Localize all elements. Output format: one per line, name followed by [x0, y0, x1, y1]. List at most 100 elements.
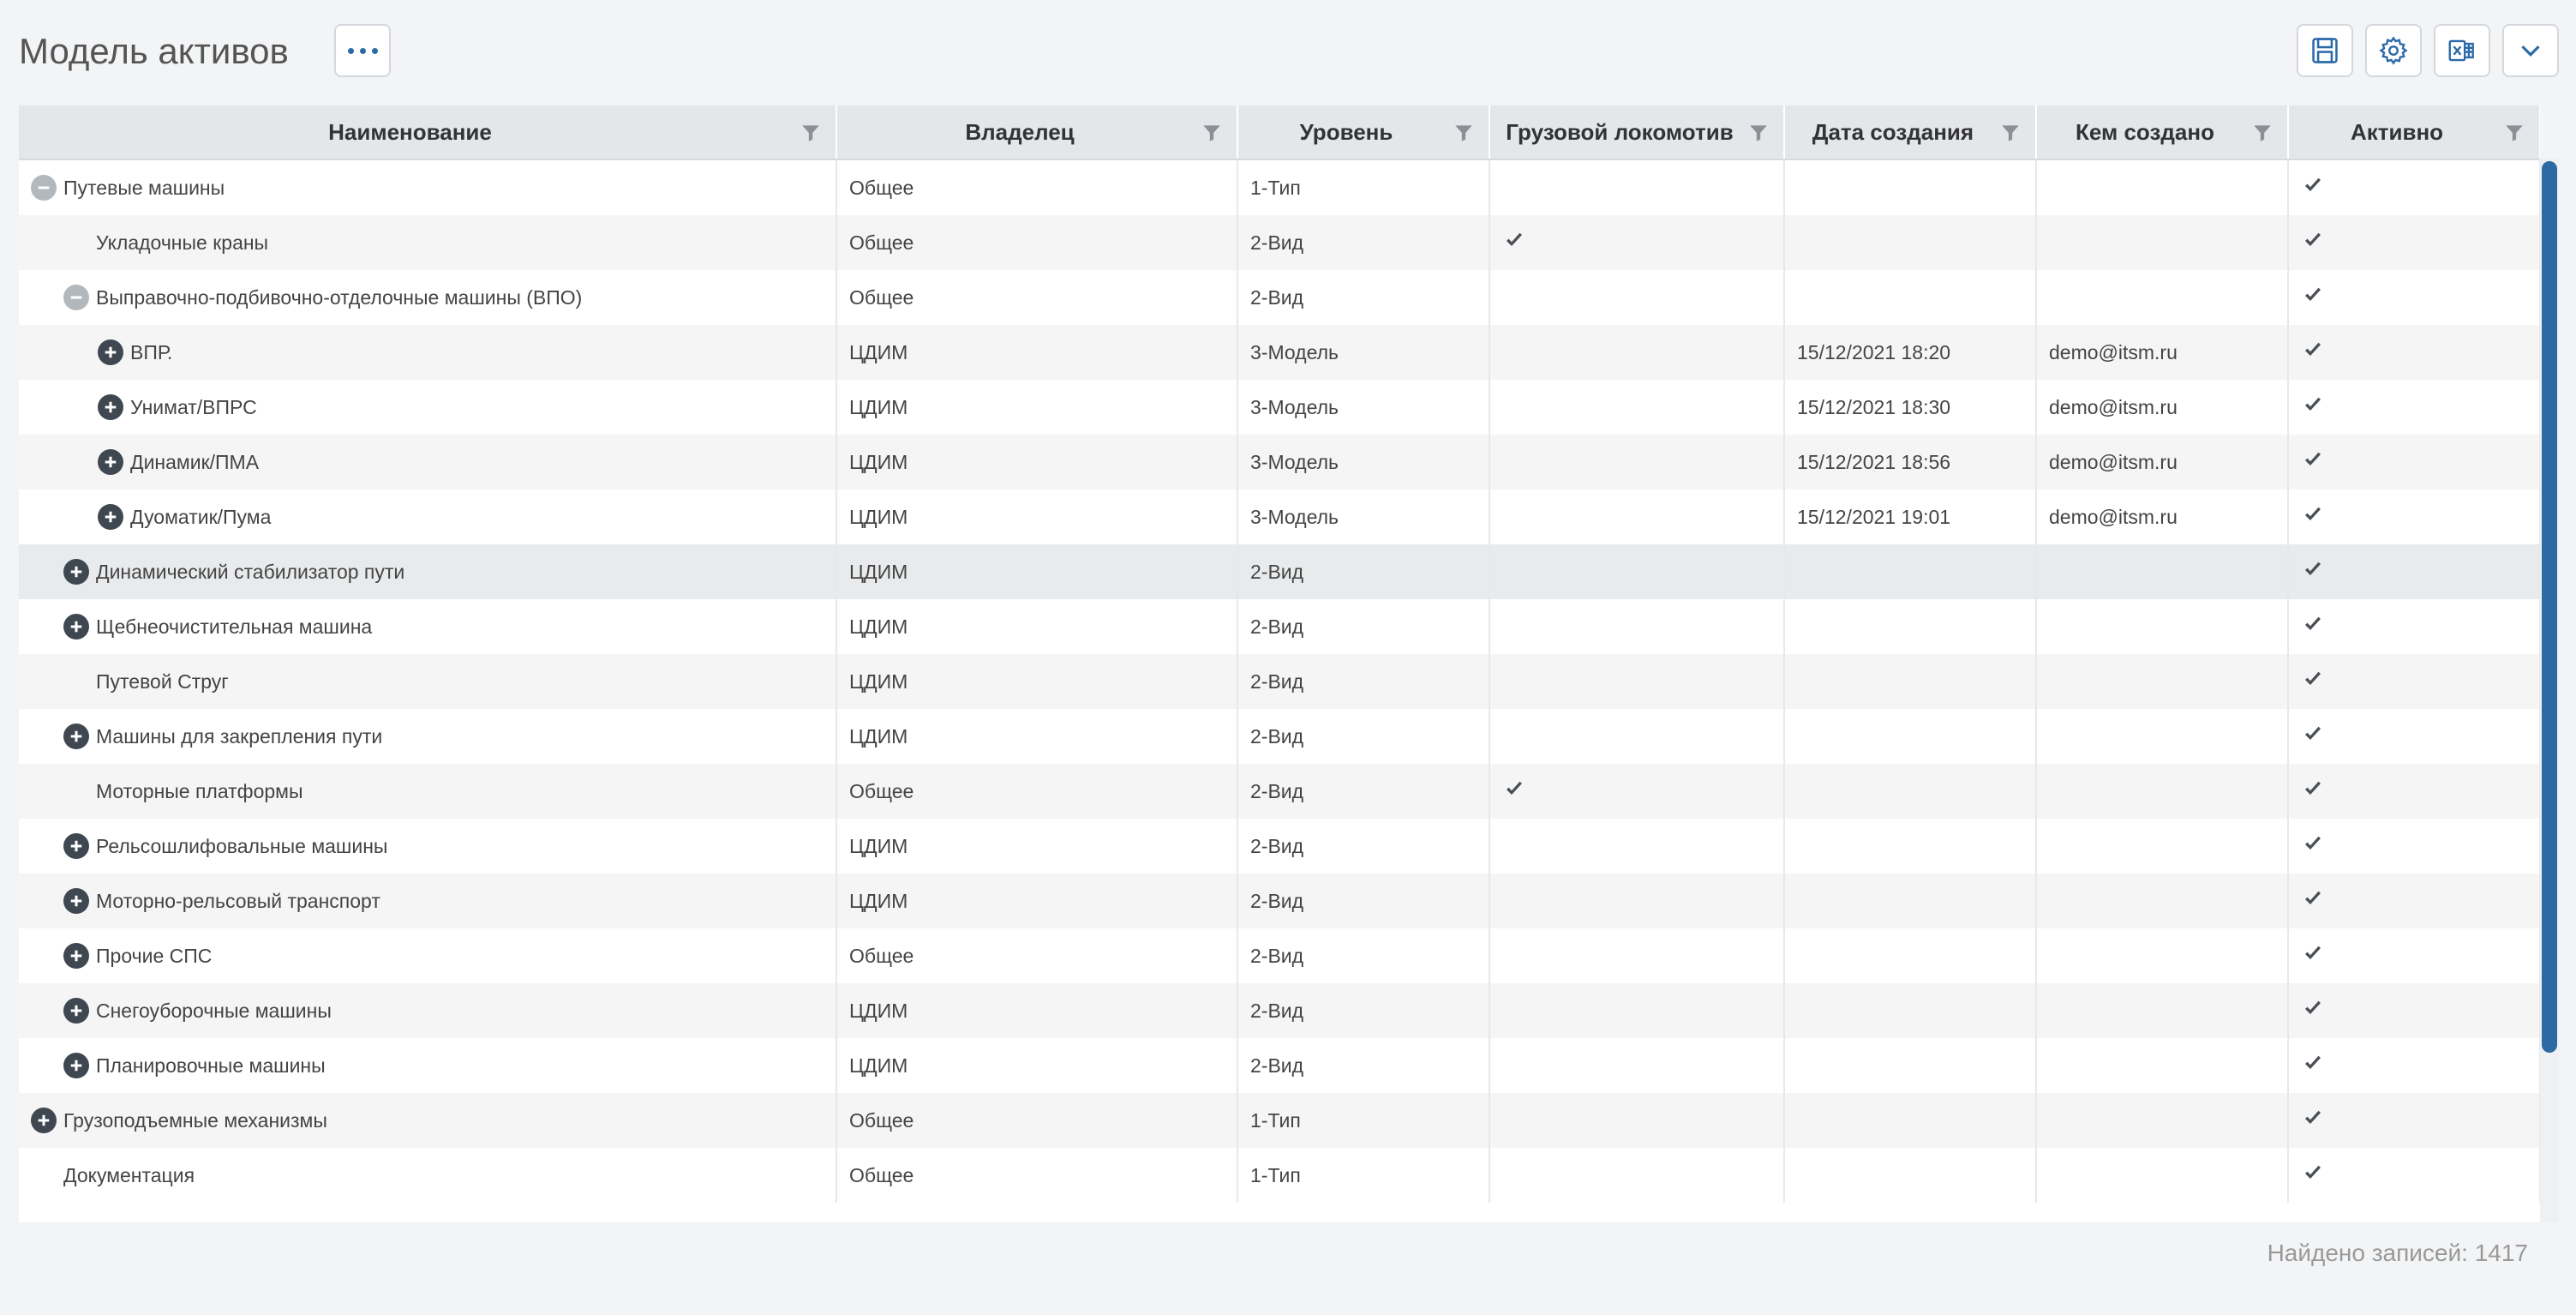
expand-plus-icon[interactable] — [98, 394, 123, 420]
table-row[interactable]: Снегоуборочные машины ЦДИМ 2-Вид — [19, 983, 2540, 1038]
collapse-minus-icon[interactable] — [31, 175, 57, 201]
table-row[interactable]: Щебнеочистительная машина ЦДИМ 2-Вид — [19, 599, 2540, 654]
table-row[interactable]: ВПР. ЦДИМ 3-Модель 15/12/2021 18:20 demo@its… — [19, 325, 2540, 380]
expand-plus-icon[interactable] — [63, 724, 89, 749]
checkmark-icon — [1504, 778, 1525, 799]
column-header-level[interactable]: Уровень — [1237, 105, 1490, 160]
cell-level: 1-Тип — [1237, 1093, 1490, 1148]
table-row[interactable]: Динамический стабилизатор пути ЦДИМ 2-Вид — [19, 544, 2540, 599]
expand-menu-button[interactable] — [2502, 24, 2559, 77]
more-actions-button[interactable] — [334, 24, 391, 77]
table-row[interactable]: Грузоподъемные механизмы Общее 1-Тип — [19, 1093, 2540, 1148]
cell-created-date — [1784, 159, 2037, 215]
cell-name: Моторные платформы — [19, 764, 837, 819]
cell-active — [2288, 270, 2540, 325]
cell-created-date — [1784, 819, 2037, 874]
filter-icon[interactable] — [1453, 122, 1475, 144]
column-header-owner[interactable]: Владелец — [836, 105, 1238, 160]
expand-plus-icon[interactable] — [63, 943, 89, 969]
table-row[interactable]: Путевой Струг ЦДИМ 2-Вид — [19, 654, 2540, 709]
cell-created-date — [1784, 1093, 2037, 1148]
table-row[interactable]: Динамик/ПМА ЦДИМ 3-Модель 15/12/2021 18:56 d… — [19, 435, 2540, 489]
records-count: Найдено записей: 1417 — [2267, 1240, 2528, 1266]
export-excel-button[interactable] — [2434, 24, 2490, 77]
cell-level: 2-Вид — [1237, 215, 1490, 270]
grid-header-row: Наименование Владелец Уровень Грузовой локо… — [19, 105, 2540, 160]
cell-level: 1-Тип — [1237, 1148, 1490, 1203]
expand-plus-icon[interactable] — [98, 449, 123, 475]
cell-created-by — [2036, 159, 2289, 215]
cell-created-date — [1784, 928, 2037, 983]
cell-owner: ЦДИМ — [836, 819, 1238, 874]
cell-freight-locomotive — [1489, 380, 1785, 435]
checkmark-icon — [2303, 669, 2323, 689]
table-row[interactable]: Укладочные краны Общее 2-Вид — [19, 215, 2540, 270]
cell-created-date — [1784, 764, 2037, 819]
cell-active — [2288, 159, 2540, 215]
row-name-label: Путевые машины — [63, 176, 225, 199]
row-name-label: Дуоматик/Пума — [130, 505, 272, 528]
filter-icon[interactable] — [2251, 122, 2273, 144]
cell-freight-locomotive — [1489, 1148, 1785, 1203]
cell-owner: Общее — [836, 270, 1238, 325]
table-row[interactable]: Машины для закрепления пути ЦДИМ 2-Вид — [19, 709, 2540, 764]
cell-owner: Общее — [836, 215, 1238, 270]
table-row[interactable]: Выправочно-подбивочно-отделочные машины … — [19, 270, 2540, 325]
filter-icon[interactable] — [800, 122, 822, 144]
table-row[interactable]: Унимат/ВПРС ЦДИМ 3-Модель 15/12/2021 18:30 d… — [19, 380, 2540, 435]
filter-icon[interactable] — [2503, 122, 2525, 144]
column-header-name[interactable]: Наименование — [19, 105, 837, 160]
cell-active — [2288, 654, 2540, 709]
save-button[interactable] — [2297, 24, 2353, 77]
collapse-minus-icon[interactable] — [63, 285, 89, 310]
cell-name: Документация — [19, 1148, 837, 1203]
expand-plus-icon[interactable] — [63, 1053, 89, 1078]
expand-plus-icon[interactable] — [98, 504, 123, 530]
row-name-label: Грузоподъемные механизмы — [63, 1108, 327, 1132]
expand-plus-icon[interactable] — [31, 1108, 57, 1133]
vertical-scrollbar-thumb[interactable] — [2542, 161, 2557, 1053]
filter-icon[interactable] — [1201, 122, 1223, 144]
cell-owner: ЦДИМ — [836, 435, 1238, 489]
row-name-label: Прочие СПС — [96, 944, 213, 967]
cell-freight-locomotive — [1489, 764, 1785, 819]
cell-owner: ЦДИМ — [836, 709, 1238, 764]
table-row[interactable]: Путевые машины Общее 1-Тип — [19, 159, 2540, 215]
table-row[interactable]: Моторные платформы Общее 2-Вид — [19, 764, 2540, 819]
settings-button[interactable] — [2365, 24, 2422, 77]
cell-created-by — [2036, 709, 2289, 764]
cell-level: 3-Модель — [1237, 435, 1490, 489]
column-header-label: Наименование — [328, 118, 492, 145]
checkmark-icon — [2303, 1108, 2323, 1128]
cell-level: 2-Вид — [1237, 654, 1490, 709]
expand-plus-icon[interactable] — [63, 614, 89, 639]
table-row[interactable]: Документация Общее 1-Тип — [19, 1148, 2540, 1203]
column-header-created-date[interactable]: Дата создания — [1784, 105, 2037, 160]
column-header-freight-locomotive[interactable]: Грузовой локомотив — [1489, 105, 1785, 160]
cell-level: 2-Вид — [1237, 709, 1490, 764]
filter-icon[interactable] — [1747, 122, 1770, 144]
checkmark-icon — [2303, 998, 2323, 1018]
expand-plus-icon[interactable] — [63, 559, 89, 585]
table-row[interactable]: Дуоматик/Пума ЦДИМ 3-Модель 15/12/2021 19:0… — [19, 489, 2540, 544]
column-header-active[interactable]: Активно — [2288, 105, 2540, 160]
grid-body: Путевые машины Общее 1-Тип Укладочные краны… — [19, 159, 2540, 1203]
filter-icon[interactable] — [1999, 122, 2022, 144]
cell-freight-locomotive — [1489, 1038, 1785, 1093]
expand-plus-icon[interactable] — [63, 888, 89, 914]
expand-plus-icon[interactable] — [98, 339, 123, 365]
cell-name: Рельсошлифовальные машины — [19, 819, 837, 874]
table-row[interactable]: Прочие СПС Общее 2-Вид — [19, 928, 2540, 983]
cell-created-date — [1784, 270, 2037, 325]
cell-owner: ЦДИМ — [836, 654, 1238, 709]
table-row[interactable]: Рельсошлифовальные машины ЦДИМ 2-Вид — [19, 819, 2540, 874]
table-row[interactable]: Моторно-рельсовый транспорт ЦДИМ 2-Вид — [19, 874, 2540, 928]
column-header-created-by[interactable]: Кем создано — [2036, 105, 2289, 160]
checkmark-icon — [2303, 778, 2323, 799]
column-header-label: Дата создания — [1812, 118, 1974, 145]
expand-plus-icon[interactable] — [63, 998, 89, 1024]
cell-level: 2-Вид — [1237, 1038, 1490, 1093]
table-row[interactable]: Планировочные машины ЦДИМ 2-Вид — [19, 1038, 2540, 1093]
expand-plus-icon[interactable] — [63, 833, 89, 859]
cell-name: Путевые машины — [19, 159, 837, 215]
